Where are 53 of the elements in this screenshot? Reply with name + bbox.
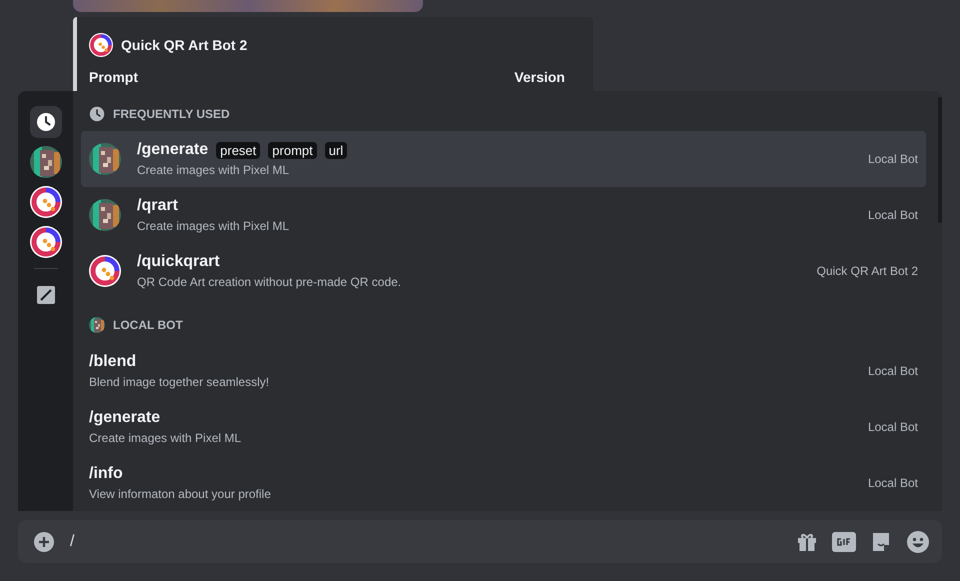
sticker-icon[interactable] (870, 530, 892, 552)
emoji-icon[interactable] (906, 530, 930, 554)
option-tag: preset (216, 142, 260, 158)
field-label: Version (514, 69, 565, 85)
bot-avatar (89, 255, 121, 287)
command-description: Blend image together seamlessly! (89, 375, 270, 389)
message-field[interactable]: / (18, 520, 942, 563)
command-source: Local Bot (868, 208, 918, 222)
category-button[interactable] (30, 106, 62, 138)
command-source: Quick QR Art Bot 2 (816, 264, 918, 278)
message-input[interactable]: / (70, 532, 780, 550)
command-source: Local Bot (868, 420, 918, 434)
command-description: Create images with Pixel ML (89, 431, 242, 445)
clock-icon (89, 106, 105, 122)
command-item[interactable]: /blend Blend image together seamlessly! Local Bot (81, 343, 926, 399)
command-name: /quickqrart (137, 253, 220, 271)
command-description: Create images with Pixel ML (137, 219, 290, 233)
command-source: Local Bot (868, 152, 918, 166)
category-button[interactable] (30, 186, 62, 218)
bot-avatar (30, 226, 62, 258)
command-name: /generate (137, 141, 208, 159)
option-tag: url (324, 142, 348, 158)
command-item[interactable]: /qrart Create images with Pixel ML Local Bot (81, 187, 926, 243)
field-label: Prompt (89, 69, 138, 85)
clock-icon (36, 112, 56, 132)
command-name: /generate (89, 409, 160, 427)
command-source: Local Bot (868, 364, 918, 378)
bot-avatar (30, 186, 62, 218)
command-description: QR Code Art creation without pre-made QR code. (137, 275, 402, 289)
command-item[interactable]: /info View informaton about your profile Local Bot (81, 455, 926, 511)
category-button[interactable] (30, 226, 62, 258)
command-name: /info (89, 465, 123, 483)
section-title: FREQUENTLY USED (113, 107, 230, 121)
bot-avatar (30, 146, 62, 178)
command-description: View informaton about your profile (89, 487, 272, 501)
bot-avatar (89, 317, 105, 333)
bot-avatar (89, 33, 113, 57)
bot-avatar (89, 143, 121, 175)
bot-name: Quick QR Art Bot 2 (121, 37, 248, 53)
bot-avatar (89, 199, 121, 231)
command-name: /blend (89, 353, 136, 371)
section-title: LOCAL BOT (113, 318, 183, 332)
pencil-icon (36, 286, 54, 304)
command-item[interactable]: /generate Create images with Pixel ML Local Bot (81, 399, 926, 455)
command-description: Create images with Pixel ML (137, 163, 290, 177)
category-button[interactable] (30, 146, 62, 178)
command-name: /qrart (137, 197, 178, 215)
command-item[interactable]: /quickqrart QR Code Art creation without pre-made QR code. Quick QR Art Bot 2 (81, 243, 926, 299)
option-tag: prompt (268, 142, 317, 158)
gif-button[interactable] (832, 532, 856, 552)
command-item[interactable]: /generate preset prompt url Create images with Pixel ML Local Bot (81, 131, 926, 187)
command-source: Local Bot (868, 476, 918, 490)
plus-icon[interactable] (34, 532, 54, 552)
